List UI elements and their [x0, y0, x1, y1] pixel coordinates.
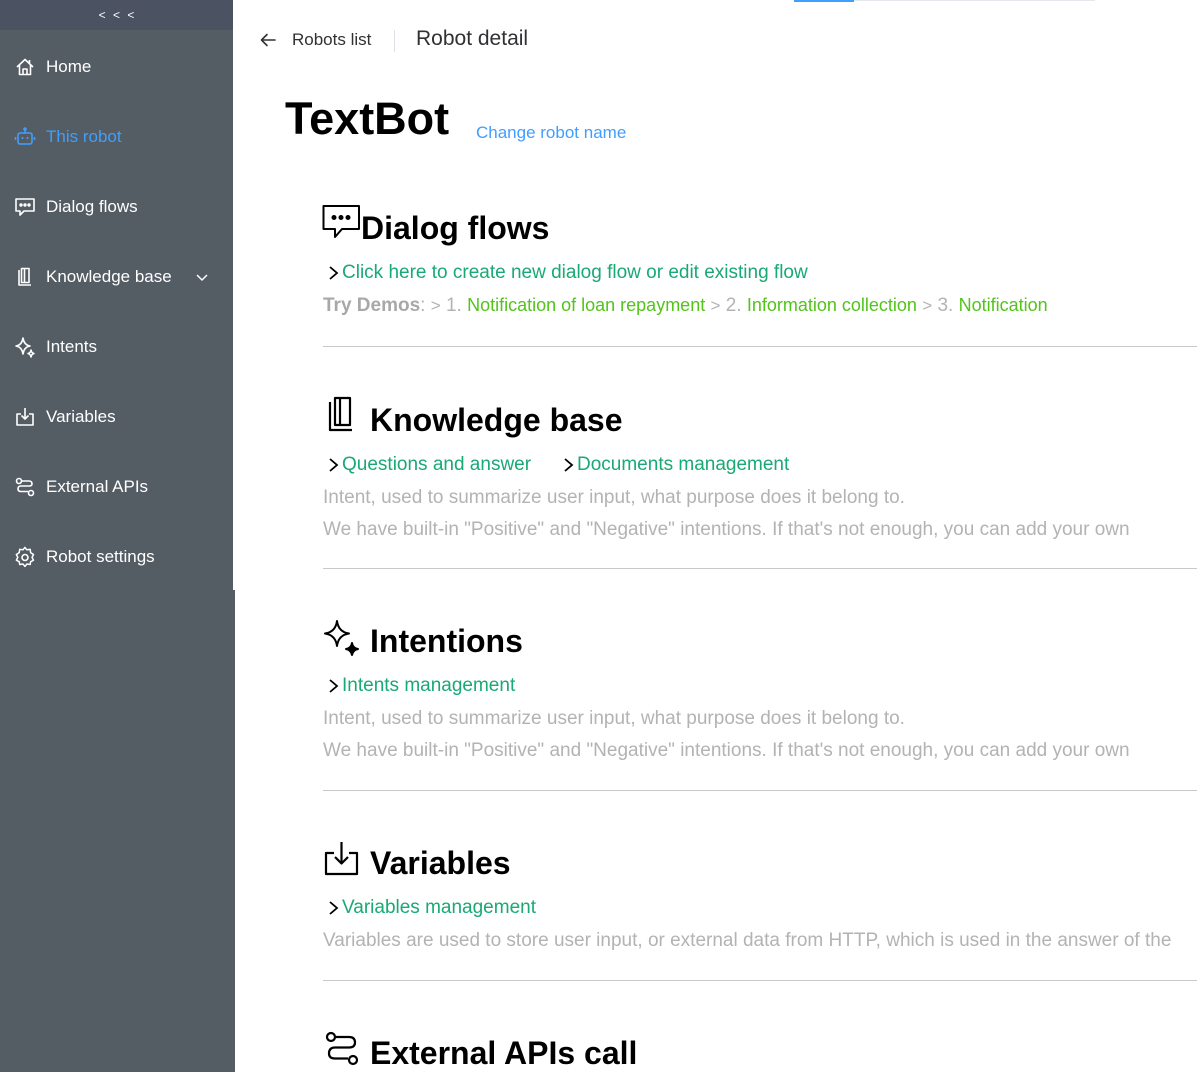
section-title-variables: Variables	[370, 845, 511, 881]
download-icon	[14, 406, 36, 428]
sidebar-item-knowledge-base[interactable]: Knowledge base	[0, 242, 235, 312]
chevron-down-icon[interactable]	[195, 269, 209, 283]
sidebar-item-variables[interactable]: Variables	[0, 382, 235, 452]
page-title: Robot detail	[416, 27, 529, 50]
sidebar-item-intents[interactable]: Intents	[0, 312, 235, 382]
download-icon	[323, 841, 361, 879]
book-icon	[14, 266, 36, 288]
try-demos-row: Try Demos: > 1. Notification of loan rep…	[323, 295, 1048, 316]
home-icon	[14, 56, 36, 78]
sidebar-item-label: Robot settings	[46, 547, 155, 566]
robot-icon	[14, 126, 36, 148]
chat-icon	[14, 196, 36, 218]
section-divider	[323, 568, 1197, 569]
sparkle-icon	[14, 336, 36, 358]
intentions-description-2: We have built-in "Positive" and "Negativ…	[323, 740, 1130, 761]
sidebar-item-label: Home	[46, 57, 92, 76]
gear-icon	[14, 546, 36, 568]
sidebar-item-label: This robot	[46, 127, 122, 146]
demo-link-notification[interactable]: Notification	[959, 295, 1048, 315]
tab-underline	[854, 0, 1095, 1]
change-robot-name-link[interactable]: Change robot name	[476, 123, 626, 143]
sidebar-item-home[interactable]: Home	[0, 32, 235, 102]
section-title-dialog-flows: Dialog flows	[361, 210, 550, 246]
sidebar-item-robot-settings[interactable]: Robot settings	[0, 522, 235, 592]
section-divider	[323, 346, 1197, 347]
demo-link-loan-repayment[interactable]: Notification of loan repayment	[467, 295, 705, 315]
arrow-left-icon	[258, 30, 278, 50]
try-demos-label: Try Demos	[323, 295, 421, 316]
sidebar-item-label: Intents	[46, 337, 98, 356]
sidebar-item-dialog-flows[interactable]: Dialog flows	[0, 172, 235, 242]
back-button[interactable]: Robots list	[258, 30, 371, 50]
create-dialog-flow-link[interactable]: Click here to create new dialog flow or …	[327, 262, 808, 284]
tab-indicator	[794, 0, 854, 2]
knowledge-description-1: Intent, used to summarize user input, wh…	[323, 487, 905, 508]
chevron-right-icon	[327, 457, 341, 473]
section-divider	[323, 980, 1197, 981]
book-icon	[326, 396, 364, 434]
sidebar-item-external-apis[interactable]: External APIs	[0, 452, 235, 522]
variables-management-link[interactable]: Variables management	[327, 897, 536, 919]
section-divider	[323, 790, 1197, 791]
questions-and-answer-link[interactable]: Questions and answer	[327, 454, 531, 476]
sidebar: < < < Home This robot Dialog flows Knowl…	[0, 0, 235, 1072]
sidebar-item-label: Variables	[46, 407, 116, 426]
sidebar-collapse-button[interactable]: < < <	[0, 0, 235, 30]
sidebar-edge	[233, 0, 235, 590]
intentions-description-1: Intent, used to summarize user input, wh…	[323, 708, 905, 729]
documents-management-link[interactable]: Documents management	[562, 454, 789, 476]
sparkle-icon	[323, 619, 361, 657]
variables-description-1: Variables are used to store user input, …	[323, 930, 1172, 951]
section-title-intentions: Intentions	[370, 623, 523, 659]
sidebar-item-label: Dialog flows	[46, 197, 138, 216]
robot-name: TextBot	[285, 93, 450, 144]
sidebar-item-label: External APIs	[46, 477, 149, 496]
chat-icon	[322, 204, 360, 242]
sidebar-item-this-robot[interactable]: This robot	[0, 102, 235, 172]
knowledge-description-2: We have built-in "Positive" and "Negativ…	[323, 519, 1130, 540]
intents-management-link[interactable]: Intents management	[327, 675, 515, 697]
chevron-right-icon	[562, 457, 576, 473]
route-icon	[14, 476, 36, 498]
section-title-external-apis: External APIs call	[370, 1035, 638, 1071]
back-label: Robots list	[292, 30, 372, 49]
route-icon	[324, 1030, 362, 1068]
chevron-right-icon	[327, 900, 341, 916]
chevron-right-icon	[327, 265, 341, 281]
header-divider	[394, 30, 395, 52]
chevron-right-icon	[327, 678, 341, 694]
demo-link-information-collection[interactable]: Information collection	[747, 295, 917, 315]
section-title-knowledge-base: Knowledge base	[370, 402, 623, 438]
sidebar-item-label: Knowledge base	[46, 267, 172, 286]
